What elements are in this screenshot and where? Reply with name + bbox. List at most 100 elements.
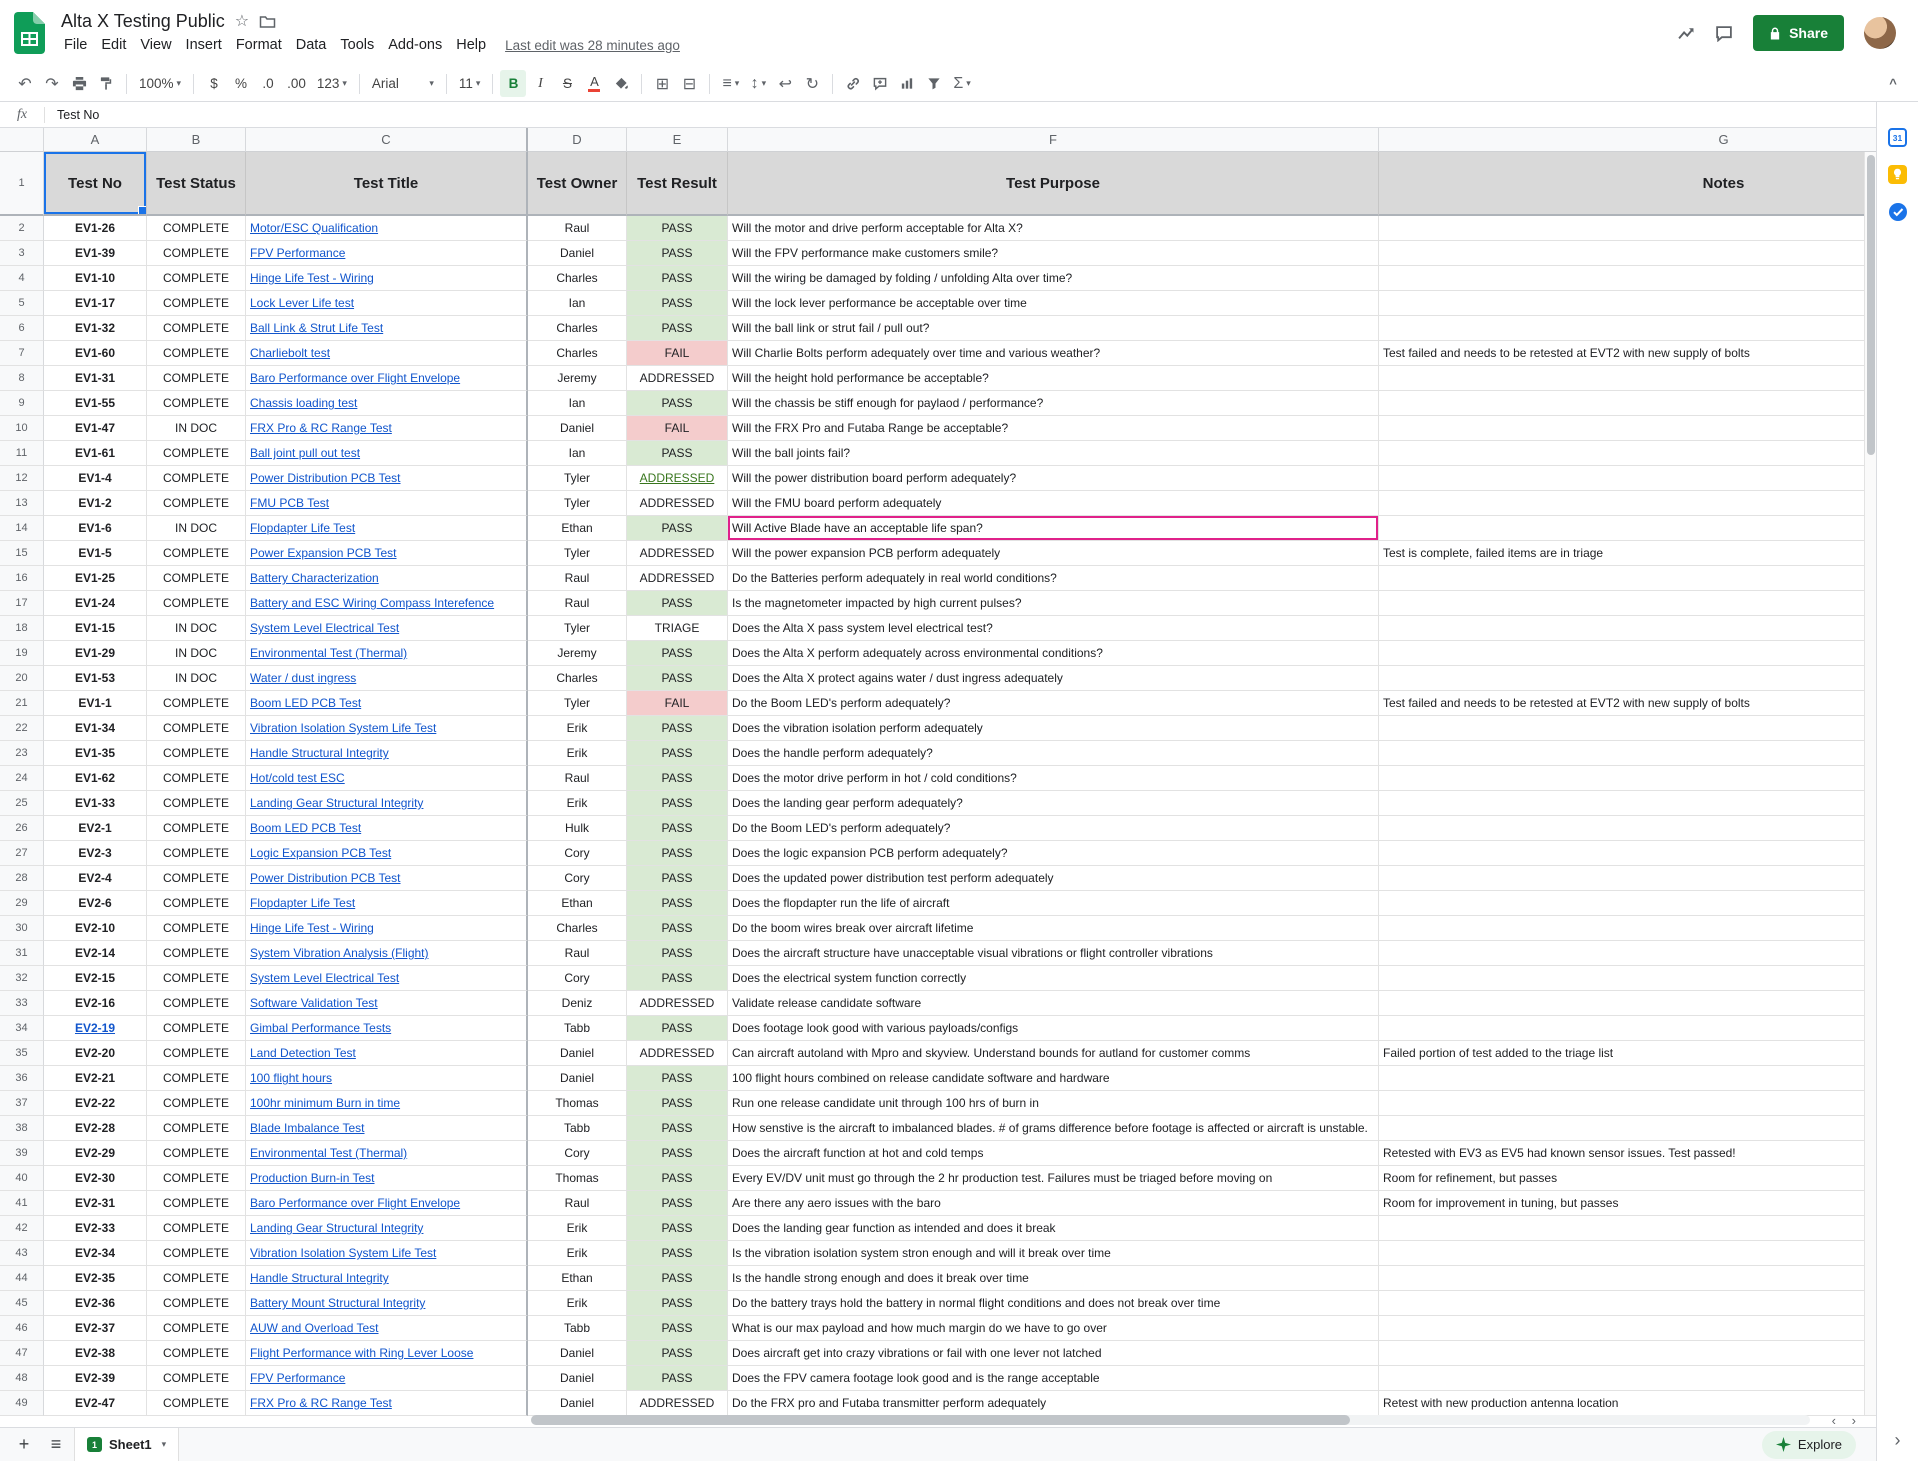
sheet-tab-sheet1[interactable]: 1 Sheet1 ▾ (74, 1428, 179, 1461)
row-header-9[interactable]: 9 (0, 391, 44, 416)
cell-E33[interactable]: ADDRESSED (627, 991, 728, 1016)
cell-B21[interactable]: COMPLETE (147, 691, 246, 716)
row-header-38[interactable]: 38 (0, 1116, 44, 1141)
cell-C11[interactable]: Ball joint pull out test (246, 441, 528, 466)
cell-D8[interactable]: Jeremy (528, 366, 627, 391)
cell-B42[interactable]: COMPLETE (147, 1216, 246, 1241)
row-header-22[interactable]: 22 (0, 716, 44, 741)
cell-C30[interactable]: Hinge Life Test - Wiring (246, 916, 528, 941)
cell-B35[interactable]: COMPLETE (147, 1041, 246, 1066)
cell-C40[interactable]: Production Burn-in Test (246, 1166, 528, 1191)
cell-B25[interactable]: COMPLETE (147, 791, 246, 816)
cell-G36[interactable] (1379, 1066, 1876, 1091)
cell-D18[interactable]: Tyler (528, 616, 627, 641)
cell-D29[interactable]: Ethan (528, 891, 627, 916)
font-select[interactable]: Arial▾ (367, 70, 439, 97)
cell-B27[interactable]: COMPLETE (147, 841, 246, 866)
cell-D38[interactable]: Tabb (528, 1116, 627, 1141)
cell-D28[interactable]: Cory (528, 866, 627, 891)
cell-B15[interactable]: COMPLETE (147, 541, 246, 566)
add-sheet-button[interactable]: + (10, 1431, 38, 1459)
cell-F12[interactable]: Will the power distribution board perfor… (728, 466, 1379, 491)
cell-G31[interactable] (1379, 941, 1876, 966)
cell-A39[interactable]: EV2-29 (44, 1141, 147, 1166)
row-header-31[interactable]: 31 (0, 941, 44, 966)
cell-A28[interactable]: EV2-4 (44, 866, 147, 891)
currency-format-button[interactable]: $ (201, 70, 227, 97)
cell-C29[interactable]: Flopdapter Life Test (246, 891, 528, 916)
cell-G2[interactable] (1379, 216, 1876, 241)
cell-G37[interactable] (1379, 1091, 1876, 1116)
cell-B16[interactable]: COMPLETE (147, 566, 246, 591)
cell-B36[interactable]: COMPLETE (147, 1066, 246, 1091)
cell-B32[interactable]: COMPLETE (147, 966, 246, 991)
cell-C44[interactable]: Handle Structural Integrity (246, 1266, 528, 1291)
cell-F18[interactable]: Does the Alta X pass system level electr… (728, 616, 1379, 641)
cell-C6[interactable]: Ball Link & Strut Life Test (246, 316, 528, 341)
cell-G29[interactable] (1379, 891, 1876, 916)
cell-G48[interactable] (1379, 1366, 1876, 1391)
cell-A48[interactable]: EV2-39 (44, 1366, 147, 1391)
cell-G12[interactable] (1379, 466, 1876, 491)
row-header-27[interactable]: 27 (0, 841, 44, 866)
cell-B34[interactable]: COMPLETE (147, 1016, 246, 1041)
cell-D26[interactable]: Hulk (528, 816, 627, 841)
row-header-15[interactable]: 15 (0, 541, 44, 566)
cell-B22[interactable]: COMPLETE (147, 716, 246, 741)
cell-A12[interactable]: EV1-4 (44, 466, 147, 491)
cell-D12[interactable]: Tyler (528, 466, 627, 491)
cell-E28[interactable]: PASS (627, 866, 728, 891)
cell-F28[interactable]: Does the updated power distribution test… (728, 866, 1379, 891)
cell-B48[interactable]: COMPLETE (147, 1366, 246, 1391)
cell-D47[interactable]: Daniel (528, 1341, 627, 1366)
vertical-scrollbar[interactable] (1864, 152, 1876, 1415)
cell-F48[interactable]: Does the FPV camera footage look good an… (728, 1366, 1379, 1391)
cell-F40[interactable]: Every EV/DV unit must go through the 2 h… (728, 1166, 1379, 1191)
cell-G34[interactable] (1379, 1016, 1876, 1041)
cell-G20[interactable] (1379, 666, 1876, 691)
row-header-35[interactable]: 35 (0, 1041, 44, 1066)
cell-D19[interactable]: Jeremy (528, 641, 627, 666)
cell-D6[interactable]: Charles (528, 316, 627, 341)
row-header-47[interactable]: 47 (0, 1341, 44, 1366)
cell-F39[interactable]: Does the aircraft function at hot and co… (728, 1141, 1379, 1166)
row-header-14[interactable]: 14 (0, 516, 44, 541)
cell-C21[interactable]: Boom LED PCB Test (246, 691, 528, 716)
cell-A7[interactable]: EV1-60 (44, 341, 147, 366)
row-header-13[interactable]: 13 (0, 491, 44, 516)
cell-E16[interactable]: ADDRESSED (627, 566, 728, 591)
row-header-24[interactable]: 24 (0, 766, 44, 791)
header-cell-A1[interactable]: Test No (44, 152, 147, 216)
cell-F46[interactable]: What is our max payload and how much mar… (728, 1316, 1379, 1341)
font-size-select[interactable]: 11▾ (454, 70, 486, 97)
cell-A16[interactable]: EV1-25 (44, 566, 147, 591)
cell-F35[interactable]: Can aircraft autoland with Mpro and skyv… (728, 1041, 1379, 1066)
cell-A45[interactable]: EV2-36 (44, 1291, 147, 1316)
header-cell-G1[interactable]: Notes (1379, 152, 1876, 216)
row-header-5[interactable]: 5 (0, 291, 44, 316)
cell-F6[interactable]: Will the ball link or strut fail / pull … (728, 316, 1379, 341)
activity-dashboard-icon[interactable] (1677, 25, 1695, 41)
cell-G26[interactable] (1379, 816, 1876, 841)
cell-A32[interactable]: EV2-15 (44, 966, 147, 991)
avatar[interactable] (1864, 17, 1896, 49)
menu-addons[interactable]: Add-ons (381, 35, 449, 55)
cell-A20[interactable]: EV1-53 (44, 666, 147, 691)
vertical-scrollbar-thumb[interactable] (1867, 155, 1875, 455)
cell-C28[interactable]: Power Distribution PCB Test (246, 866, 528, 891)
cell-A43[interactable]: EV2-34 (44, 1241, 147, 1266)
cell-F38[interactable]: How senstive is the aircraft to imbalanc… (728, 1116, 1379, 1141)
cell-B38[interactable]: COMPLETE (147, 1116, 246, 1141)
cell-D3[interactable]: Daniel (528, 241, 627, 266)
cell-A17[interactable]: EV1-24 (44, 591, 147, 616)
cell-C38[interactable]: Blade Imbalance Test (246, 1116, 528, 1141)
horizontal-align-button[interactable]: ≡▾ (717, 70, 744, 97)
cell-C36[interactable]: 100 flight hours (246, 1066, 528, 1091)
cell-D25[interactable]: Erik (528, 791, 627, 816)
cell-F44[interactable]: Is the handle strong enough and does it … (728, 1266, 1379, 1291)
star-icon[interactable]: ☆ (235, 14, 249, 30)
cell-A5[interactable]: EV1-17 (44, 291, 147, 316)
cell-G44[interactable] (1379, 1266, 1876, 1291)
cell-F17[interactable]: Is the magnetometer impacted by high cur… (728, 591, 1379, 616)
row-header-33[interactable]: 33 (0, 991, 44, 1016)
